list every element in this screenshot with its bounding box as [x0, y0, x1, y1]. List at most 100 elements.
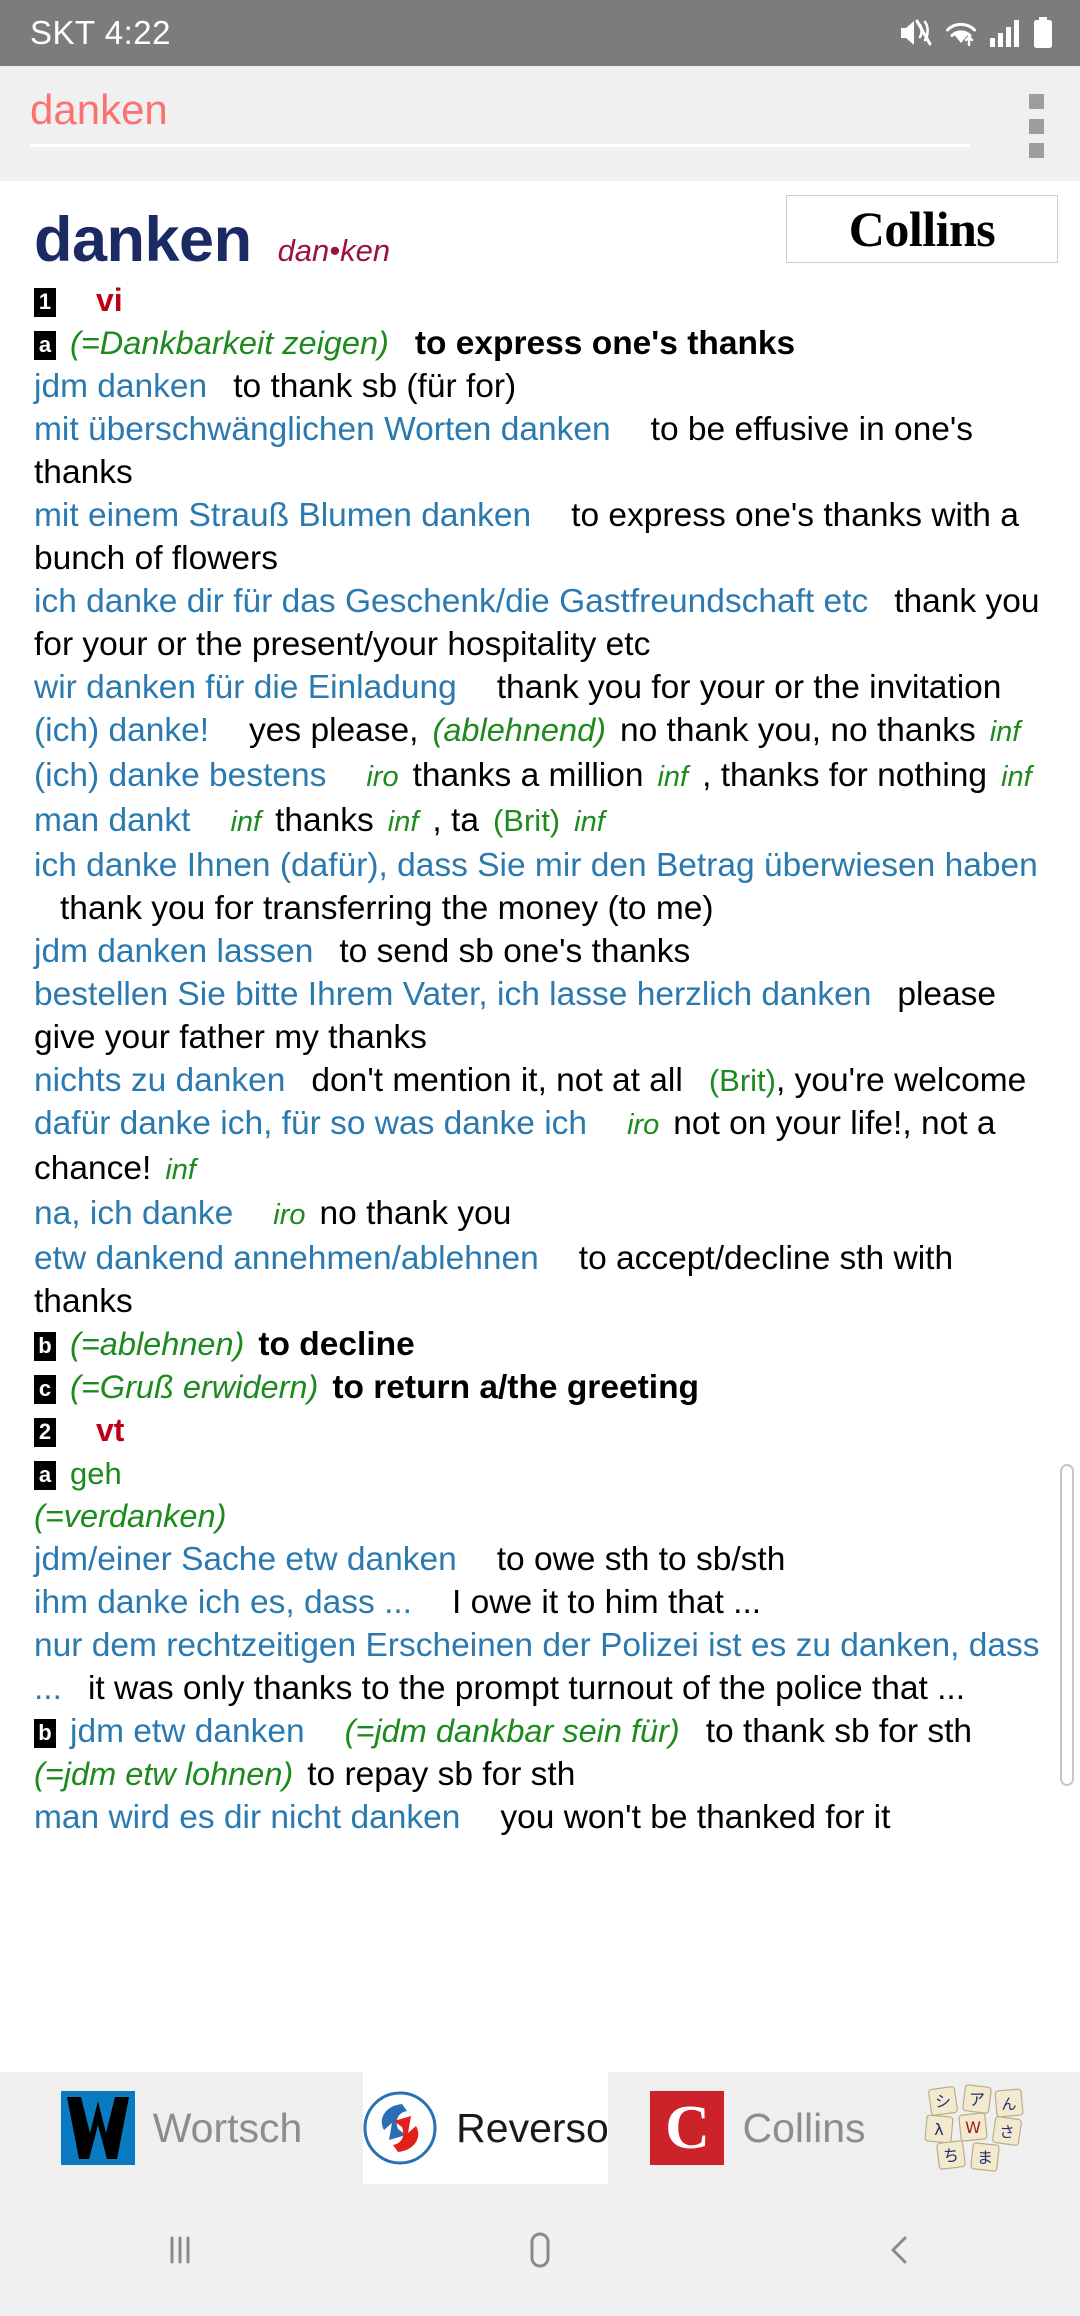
tab-wortsch[interactable]: Wortsch: [0, 2072, 363, 2184]
example-line: jdm danken lassen to send sb one's thanks: [34, 930, 1058, 973]
example-gloss: (ablehnend): [432, 712, 606, 749]
example-line: ihm danke ich es, dass ... I owe it to hi…: [34, 1581, 1058, 1624]
dictionary-article: danken dan•ken 1 vi a (=Dankbarkeit zeigen…: [0, 181, 1080, 1839]
example-english: I owe it to him that ...: [452, 1584, 762, 1622]
example-english: yes please,: [249, 712, 419, 750]
example-english: no thank you, no thanks: [619, 712, 976, 750]
sense-translation: to return a/the greeting: [332, 1369, 699, 1407]
sense-heading-2b: b jdm etw danken (=jdm dankbar sein für) to…: [34, 1710, 1058, 1796]
sense-gloss: (=jdm dankbar sein für): [344, 1713, 680, 1750]
example-german: ich danke dir für das Geschenk/die Gastf…: [34, 583, 869, 621]
usage-label: iro: [366, 761, 399, 794]
sense-gloss-line: (=verdanken): [34, 1495, 1058, 1538]
usage-label: inf: [657, 761, 689, 794]
sense-marker: a: [34, 1461, 56, 1491]
overflow-dot: [1028, 94, 1044, 109]
sense-marker: b: [34, 1332, 56, 1362]
example-german: mit einem Strauß Blumen danken: [34, 497, 532, 535]
recents-icon[interactable]: [0, 2228, 360, 2272]
tab-kanji[interactable]: シ ア λ W ち ま ん さ: [908, 2072, 1080, 2184]
example-line: bestellen Sie bitte Ihrem Vater, ich las…: [34, 973, 1058, 1059]
sense-marker: b: [34, 1719, 56, 1749]
example-line: dafür danke ich, für so was danke ich iro…: [34, 1102, 1058, 1192]
dictionary-content[interactable]: Collins danken dan•ken 1 vi a (=Dankbarkei…: [0, 181, 1080, 2119]
status-bar: SKT 4:22: [0, 0, 1080, 66]
search-toolbar: [0, 66, 1080, 181]
example-german: man wird es dir nicht danken: [34, 1799, 461, 1837]
example-german: bestellen Sie bitte Ihrem Vater, ich las…: [34, 976, 872, 1014]
example-english: to thank sb for sth: [705, 1713, 973, 1751]
example-line: nur dem rechtzeitigen Erscheinen der Pol…: [34, 1624, 1058, 1710]
example-english: thanks a million: [412, 757, 644, 795]
sense-gloss: (=verdanken): [34, 1498, 227, 1535]
example-line: jdm/einer Sache etw danken to owe sth to …: [34, 1538, 1058, 1581]
kanji-tiles-logo-icon: シ ア λ W ち ま ん さ: [924, 2084, 1032, 2172]
example-line: nichts zu danken don't mention it, not at…: [34, 1059, 1058, 1102]
example-english: to thank sb (für for): [233, 368, 517, 406]
example-line: mit einem Strauß Blumen danken to express…: [34, 494, 1058, 580]
svg-text:ま: ま: [977, 2148, 993, 2167]
svg-text:ん: ん: [1001, 2095, 1016, 2113]
example-german: jdm danken lassen: [34, 933, 314, 971]
sense-heading-2a: a geh: [34, 1452, 1058, 1495]
svg-text:さ: さ: [999, 2123, 1014, 2141]
tab-collins-label: Collins: [742, 2104, 866, 2151]
tab-reverso[interactable]: Reverso: [363, 2072, 609, 2184]
register-label: geh: [70, 1456, 122, 1492]
example-german: jdm danken: [34, 368, 208, 406]
example-english: you won't be thanked for it: [500, 1799, 891, 1837]
sense-gloss: (=Dankbarkeit zeigen): [70, 325, 389, 362]
headword-row: danken dan•ken: [34, 207, 1058, 273]
example-line: mit überschwänglichen Worten danken to be…: [34, 408, 1058, 494]
example-german: etw dankend annehmen/ablehnen: [34, 1240, 539, 1278]
sense-translation: to express one's thanks: [414, 325, 796, 363]
example-german: nichts zu danken: [34, 1062, 286, 1100]
collins-logo-icon: C: [650, 2091, 725, 2165]
more-vertical-icon[interactable]: [1014, 94, 1058, 158]
part-of-speech: vt: [96, 1412, 125, 1449]
tab-wortsch-label: Wortsch: [152, 2104, 303, 2151]
sense-marker: 1: [34, 288, 56, 318]
back-icon[interactable]: [720, 2228, 1080, 2272]
example-english: thank you for transferring the money (to…: [60, 890, 714, 928]
usage-label: inf: [165, 1154, 196, 1187]
overflow-dot: [1028, 118, 1044, 134]
usage-label: iro: [627, 1109, 660, 1142]
svg-text:λ: λ: [934, 2120, 943, 2139]
region-label: (Brit): [492, 803, 561, 839]
example-english: to repay sb for sth: [307, 1756, 576, 1794]
example-line: (ich) danke! yes please, (ablehnend) no tha…: [34, 709, 1058, 754]
svg-text:W: W: [965, 2118, 981, 2137]
sense-heading-1c: c (=Gruß erwidern) to return a/the greetin…: [34, 1366, 1058, 1409]
home-icon[interactable]: [360, 2227, 720, 2273]
example-line: jdm danken to thank sb (für for): [34, 365, 1058, 408]
usage-label: inf: [387, 806, 419, 839]
example-line: na, ich danke iro no thank you: [34, 1192, 1058, 1237]
tab-collins[interactable]: C Collins: [608, 2072, 908, 2184]
example-english: , thanks for nothing: [702, 757, 988, 795]
tab-reverso-label: Reverso: [456, 2104, 609, 2151]
example-line: man wird es dir nicht danken you won't be…: [34, 1796, 1058, 1839]
svg-text:ち: ち: [943, 2146, 959, 2165]
example-line: man dankt inf thanks inf , ta (Brit) inf: [34, 799, 1058, 844]
wortschatz-logo-icon: [60, 2091, 135, 2165]
example-german: jdm etw danken: [70, 1713, 305, 1751]
syllabification: dan•ken: [277, 233, 391, 268]
sense-heading-1a: a (=Dankbarkeit zeigen) to express one's t…: [34, 322, 1058, 365]
example-german: ihm danke ich es, dass ...: [34, 1584, 412, 1622]
example-line: ich danke dir für das Geschenk/die Gastf…: [34, 580, 1058, 666]
example-german: man dankt: [34, 802, 191, 840]
sense-heading-1b: b (=ablehnen) to decline: [34, 1323, 1058, 1366]
battery-icon: [1032, 17, 1054, 49]
example-line: wir danken für die Einladung thank you fo…: [34, 666, 1058, 709]
example-english: , ta: [432, 802, 479, 840]
svg-text:ア: ア: [969, 2090, 985, 2109]
phone-screen: SKT 4:22 danken Collins danken dan•ken 1…: [0, 0, 1080, 2316]
content-scrollbar[interactable]: [1060, 1464, 1074, 1786]
example-german: (ich) danke bestens: [34, 757, 327, 795]
example-german: ich danke Ihnen (dafür), dass Sie mir de…: [34, 847, 1038, 885]
part-of-speech: vi: [96, 282, 123, 319]
example-line: (ich) danke bestens iro thanks a million in…: [34, 754, 1058, 799]
search-field-wrapper[interactable]: [30, 86, 970, 147]
search-input[interactable]: [30, 86, 970, 144]
